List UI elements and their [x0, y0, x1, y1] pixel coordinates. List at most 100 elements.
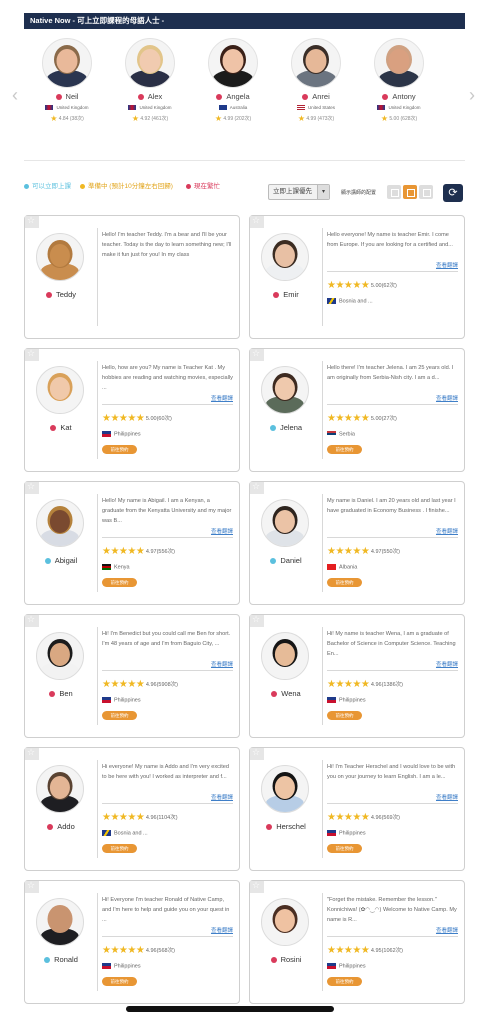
featured-country-text: United Kingdom: [56, 105, 89, 110]
refresh-button[interactable]: ⟳: [443, 184, 463, 202]
book-lesson-button[interactable]: 前往預約: [102, 445, 137, 454]
tutor-intro: Hi! I'm Benedict but you could call me B…: [102, 631, 231, 647]
status-dot: [273, 292, 280, 299]
tutor-name-text: Jelena: [279, 423, 303, 432]
tutor-country: Kenya: [102, 564, 130, 570]
status-dot: [270, 558, 277, 565]
favorite-star-icon[interactable]: [250, 614, 264, 627]
view-translation-link[interactable]: 查看翻譯: [436, 527, 458, 535]
chevron-left-icon[interactable]: ‹: [12, 86, 18, 104]
featured-name-text: Alex: [147, 92, 163, 101]
featured-tutor[interactable]: Alex United Kingdom ★ 4.92 (461次): [117, 36, 183, 123]
featured-tutor[interactable]: Angela Australia ★ 4.99 (202次): [200, 36, 266, 123]
avatar-face: [274, 509, 296, 533]
view-translation-link[interactable]: 查看翻譯: [436, 394, 458, 402]
list-view-button[interactable]: [387, 185, 401, 199]
favorite-star-icon[interactable]: [250, 481, 264, 494]
featured-name-text: Anrei: [312, 92, 330, 101]
tutor-country-text: Philippines: [114, 431, 141, 438]
tutor-card[interactable]: Addo Hi everyone! My name is Addo and I'm…: [24, 747, 240, 871]
view-translation-link[interactable]: 查看翻譯: [436, 261, 458, 269]
tutor-card[interactable]: Wena Hi! My name is teacher Wena, I am a …: [249, 614, 465, 738]
book-lesson-button[interactable]: 前往預約: [327, 844, 362, 853]
tutor-card[interactable]: Ben Hi! I'm Benedict but you could call m…: [24, 614, 240, 738]
single-view-button[interactable]: [403, 185, 417, 199]
chevron-right-icon[interactable]: ›: [469, 86, 475, 104]
featured-tutor[interactable]: Anrei United States ★ 4.99 (473次): [283, 36, 349, 123]
book-lesson-button[interactable]: 前往預約: [102, 578, 137, 587]
featured-tutor[interactable]: Neil United Kingdom ★ 4.84 (38次): [34, 36, 100, 123]
book-lesson-button[interactable]: 前往預約: [102, 844, 137, 853]
book-lesson-button[interactable]: 前往預約: [327, 977, 362, 986]
tutor-country: Philippines: [102, 431, 141, 437]
view-translation-link[interactable]: 查看翻譯: [211, 926, 233, 934]
favorite-star-icon[interactable]: [250, 215, 264, 228]
tutor-country: Philippines: [327, 697, 366, 703]
rating-count: (202次): [234, 116, 252, 123]
legend-teaching: 準備中 (預計10分鐘左右回歸): [80, 180, 173, 190]
grid-view-button[interactable]: [419, 185, 433, 199]
rating-count: (1062次): [381, 947, 403, 954]
view-translation-link[interactable]: 查看翻譯: [436, 926, 458, 934]
intro-divider: [102, 936, 233, 937]
tutor-card[interactable]: Abigail Hello! My name is Abigail. I am a…: [24, 481, 240, 605]
avatar: [36, 898, 84, 946]
tutor-intro: "Forget the mistake. Remember the lesson…: [327, 897, 457, 923]
tutor-card[interactable]: Ronald Hi! Everyone I'm teacher Ronald of…: [24, 880, 240, 1004]
tutor-card[interactable]: Herschel Hi! I'm Teacher Herschel and I w…: [249, 747, 465, 871]
tutor-card[interactable]: Teddy Hello! I'm teacher Teddy. I'm a bea…: [24, 215, 240, 339]
star-icon: ★★★★★: [327, 413, 370, 424]
rating-count: (556次): [156, 548, 175, 555]
tutor-card[interactable]: Kat Hello, how are you? My name is Teache…: [24, 348, 240, 472]
avatar: [36, 765, 84, 813]
star-icon: ★★★★★: [102, 945, 145, 956]
rating-count: (5908次): [156, 681, 178, 688]
status-dot: [50, 425, 57, 432]
favorite-star-icon[interactable]: [25, 215, 39, 228]
book-lesson-button[interactable]: 前往預約: [327, 578, 362, 587]
star-icon: ★: [297, 114, 305, 124]
featured-tutors-carousel: ‹ › Neil United Kingdom ★ 4.84 (38次) Alex Un…: [12, 36, 475, 132]
featured-country: United Kingdom: [34, 105, 100, 111]
avatar-face: [305, 49, 327, 73]
tutor-card[interactable]: Emir Hello everyone! My name is teacher E…: [249, 215, 465, 339]
favorite-star-icon[interactable]: [250, 880, 264, 893]
tutor-country-text: Philippines: [114, 697, 141, 704]
favorite-star-icon[interactable]: [25, 747, 39, 760]
flag-icon: [102, 697, 111, 703]
tutor-card[interactable]: Jelena Hello there! I'm teacher Jelena. I…: [249, 348, 465, 472]
featured-rating: ★ 4.99 (473次): [283, 114, 349, 123]
sort-select[interactable]: 立即上課優先 ▾: [268, 184, 330, 200]
featured-tutor[interactable]: Antony United Kingdom ★ 5.00 (628次): [366, 36, 432, 123]
view-translation-link[interactable]: 查看翻譯: [436, 793, 458, 801]
card-divider: [322, 494, 323, 592]
star-icon: ★: [380, 114, 388, 124]
tutor-name-text: Ronald: [54, 955, 78, 964]
rating-value: 4.97: [145, 548, 157, 555]
featured-tutor-name: Anrei: [283, 92, 349, 101]
rating-value: 5.00: [389, 116, 400, 123]
avatar: [261, 765, 309, 813]
favorite-star-icon[interactable]: [25, 481, 39, 494]
favorite-star-icon[interactable]: [250, 348, 264, 361]
avatar-face: [49, 243, 71, 267]
book-lesson-button[interactable]: 前往預約: [102, 977, 137, 986]
star-icon: ★★★★★: [102, 546, 145, 557]
book-lesson-button[interactable]: 前往預約: [327, 711, 362, 720]
intro-divider: [102, 537, 233, 538]
view-translation-link[interactable]: 查看翻譯: [211, 793, 233, 801]
view-translation-link[interactable]: 查看翻譯: [211, 527, 233, 535]
favorite-star-icon[interactable]: [250, 747, 264, 760]
view-translation-link[interactable]: 查看翻譯: [211, 394, 233, 402]
rating-count: (62次): [381, 282, 397, 289]
tutor-card[interactable]: Rosini "Forget the mistake. Remember the …: [249, 880, 465, 1004]
view-translation-link[interactable]: 查看翻譯: [211, 660, 233, 668]
legend-teaching-label: 準備中 (預計10分鐘左右回歸): [88, 183, 173, 190]
book-lesson-button[interactable]: 前往預約: [102, 711, 137, 720]
favorite-star-icon[interactable]: [25, 880, 39, 893]
tutor-card[interactable]: Daniel My name is Daniel. I am 20 years o…: [249, 481, 465, 605]
favorite-star-icon[interactable]: [25, 348, 39, 361]
view-translation-link[interactable]: 查看翻譯: [436, 660, 458, 668]
book-lesson-button[interactable]: 前往預約: [327, 445, 362, 454]
favorite-star-icon[interactable]: [25, 614, 39, 627]
